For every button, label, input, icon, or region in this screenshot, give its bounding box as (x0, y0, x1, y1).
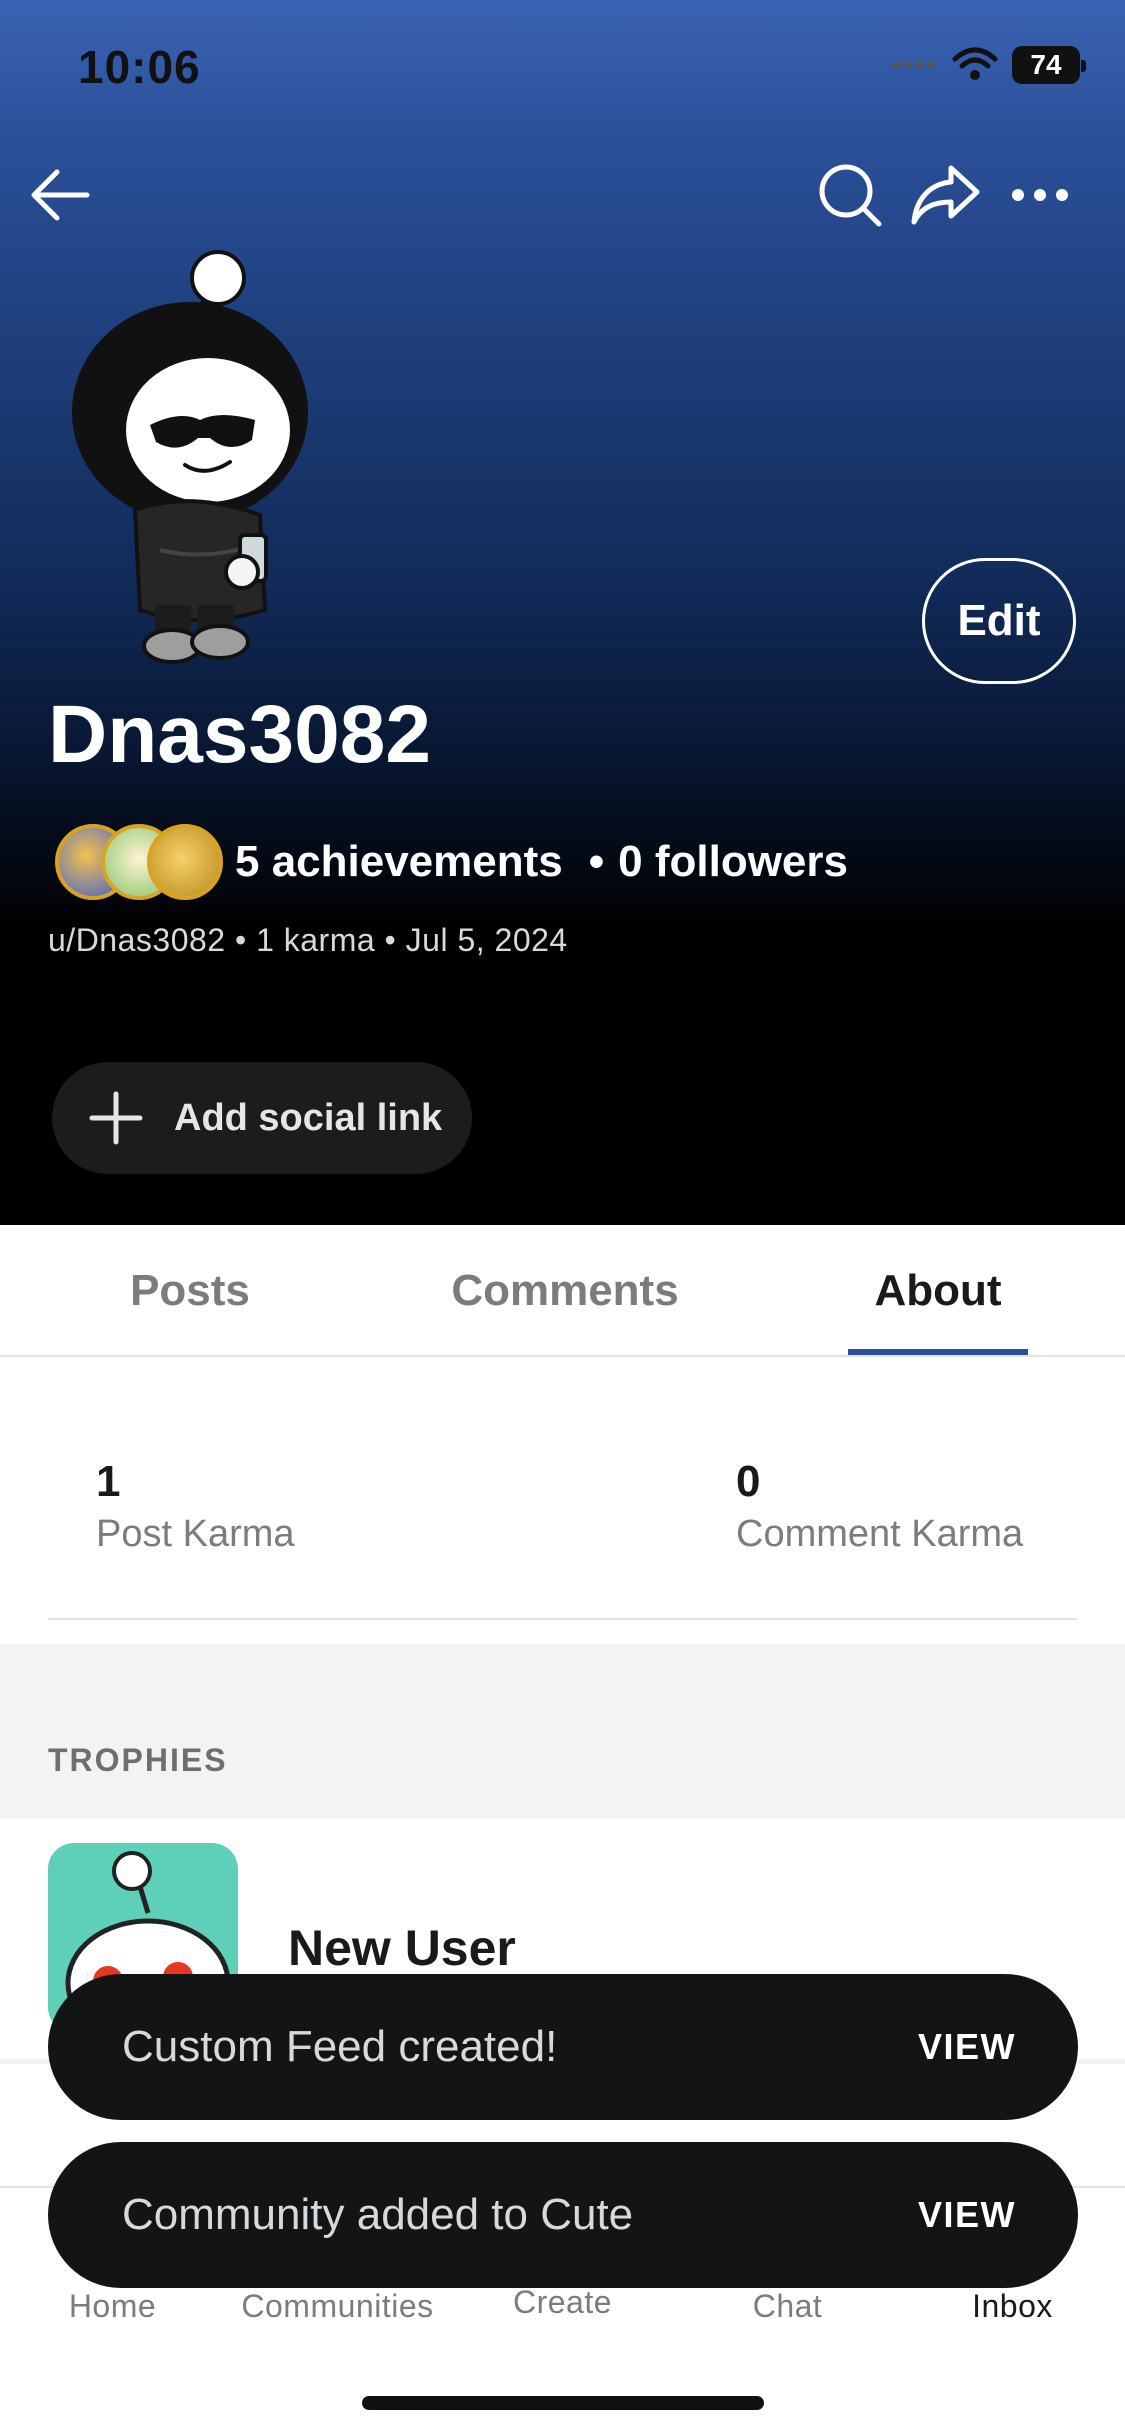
achievement-badge-icon (147, 824, 223, 900)
battery-level: 74 (1030, 49, 1062, 80)
post-karma-value: 1 (96, 1457, 121, 1506)
toast-message: Community added to Cute (122, 2190, 634, 2239)
profile-header: 10:06 •••• 74 Edit Dnas3082 5 achievemen… (0, 0, 1125, 1225)
profile-avatar[interactable] (70, 250, 330, 670)
share-button[interactable] (905, 155, 985, 235)
add-social-link-button[interactable]: Add social link (52, 1062, 472, 1174)
profile-handle: u/Dnas3082 (48, 922, 226, 958)
tab-comments[interactable]: Comments (420, 1225, 710, 1357)
wifi-icon (952, 47, 998, 80)
search-icon (819, 164, 882, 227)
status-indicators: •••• 74 (890, 46, 1086, 84)
post-karma-label: Post Karma (96, 1513, 295, 1555)
search-button[interactable] (810, 155, 890, 235)
active-tab-indicator (848, 1349, 1028, 1355)
home-indicator[interactable] (362, 2396, 764, 2410)
post-karma: 1 Post Karma (96, 1457, 295, 1556)
nav-create[interactable]: Create (450, 2284, 675, 2321)
divider (48, 1618, 1077, 1620)
profile-karma: 1 karma (256, 922, 376, 958)
nav-home[interactable]: Home (0, 2288, 225, 2325)
toast-view-button[interactable]: VIEW (918, 2194, 1016, 2236)
arrow-left-icon (31, 169, 90, 221)
separator-dot: • (234, 922, 257, 958)
profile-meta: u/Dnas3082 • 1 karma • Jul 5, 2024 (48, 922, 568, 959)
profile-tabs: Posts Comments About (0, 1225, 1125, 1357)
toast-message: Custom Feed created! (122, 2022, 558, 2071)
separator-dot: • (588, 837, 605, 886)
tab-about[interactable]: About (848, 1225, 1028, 1357)
status-time: 10:06 (78, 41, 201, 93)
separator-dot: • (384, 922, 406, 958)
trophy-name: New User (288, 1920, 516, 1976)
cellular-signal-icon: •••• (890, 49, 938, 80)
tab-posts[interactable]: Posts (80, 1225, 300, 1357)
achievements-count[interactable]: 5 achievements (235, 837, 563, 887)
trophies-heading: TROPHIES (48, 1742, 228, 1778)
more-options-button[interactable] (1000, 155, 1080, 235)
profile-display-name: Dnas3082 (48, 689, 431, 780)
nav-chat[interactable]: Chat (675, 2288, 900, 2325)
nav-communities[interactable]: Communities (225, 2288, 450, 2325)
share-icon (911, 165, 980, 225)
nav-inbox[interactable]: Inbox (900, 2288, 1125, 2325)
edit-profile-button[interactable]: Edit (922, 558, 1076, 684)
add-social-link-label: Add social link (174, 1096, 443, 1139)
toast-community-added: Community added to Cute VIEW (48, 2142, 1078, 2288)
plus-icon (89, 1091, 143, 1145)
achievement-badges (55, 820, 225, 904)
comment-karma-label: Comment Karma (736, 1513, 1024, 1555)
more-horizontal-icon (1012, 189, 1068, 201)
comment-karma-value: 0 (736, 1457, 761, 1506)
karma-summary: 1 Post Karma 0 Comment Karma (0, 1357, 1125, 1644)
followers-count[interactable]: 0 followers (618, 837, 848, 887)
achievements-row[interactable]: 5 achievements • 0 followers (55, 820, 848, 904)
back-button[interactable] (20, 155, 100, 235)
battery-icon: 74 (1012, 46, 1086, 84)
toast-view-button[interactable]: VIEW (918, 2026, 1016, 2068)
comment-karma: 0 Comment Karma (736, 1457, 1023, 1556)
toast-custom-feed: Custom Feed created! VIEW (48, 1974, 1078, 2120)
profile-join-date: Jul 5, 2024 (405, 922, 568, 958)
